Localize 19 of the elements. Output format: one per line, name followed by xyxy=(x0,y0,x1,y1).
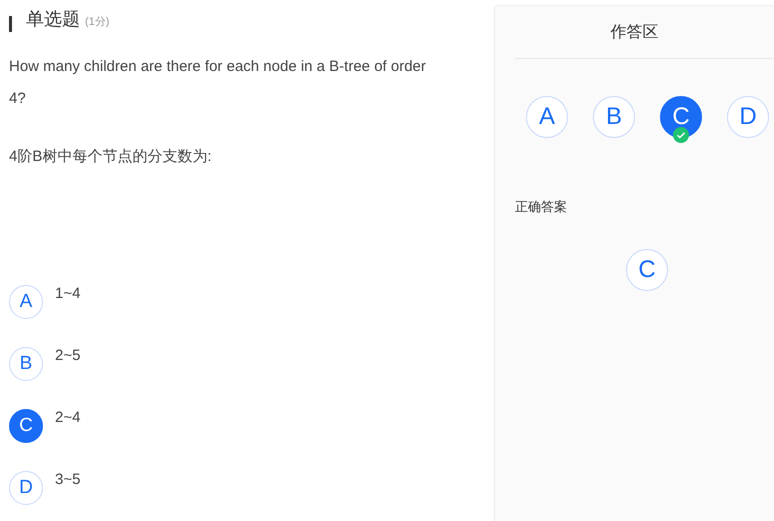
correct-answer-label: 正确答案 xyxy=(515,198,568,216)
question-text: How many children are there for each node in a B-tree of order 4? xyxy=(9,57,427,109)
option-text: 1~4 xyxy=(55,285,80,303)
panel-title: 作答区 xyxy=(610,23,660,43)
option-text: 2~4 xyxy=(55,409,80,427)
option-circle[interactable]: C xyxy=(9,409,43,443)
answer-option[interactable]: D xyxy=(727,96,769,138)
answer-option[interactable]: A xyxy=(526,96,568,138)
correct-answer-option: C xyxy=(626,249,668,291)
option-circle[interactable]: B xyxy=(9,347,43,381)
option-circle[interactable]: A xyxy=(9,285,43,319)
option-text: 2~5 xyxy=(55,347,80,365)
score-label: (1分) xyxy=(85,15,110,29)
question-text: 4阶B树中每个节点的分支数为: xyxy=(9,147,213,167)
option-text: 3~5 xyxy=(55,471,80,489)
question-type: 单选题 xyxy=(26,8,80,31)
answer-option[interactable]: B xyxy=(593,96,635,138)
answer-option[interactable]: C xyxy=(660,96,702,138)
option-circle[interactable]: D xyxy=(9,471,43,505)
